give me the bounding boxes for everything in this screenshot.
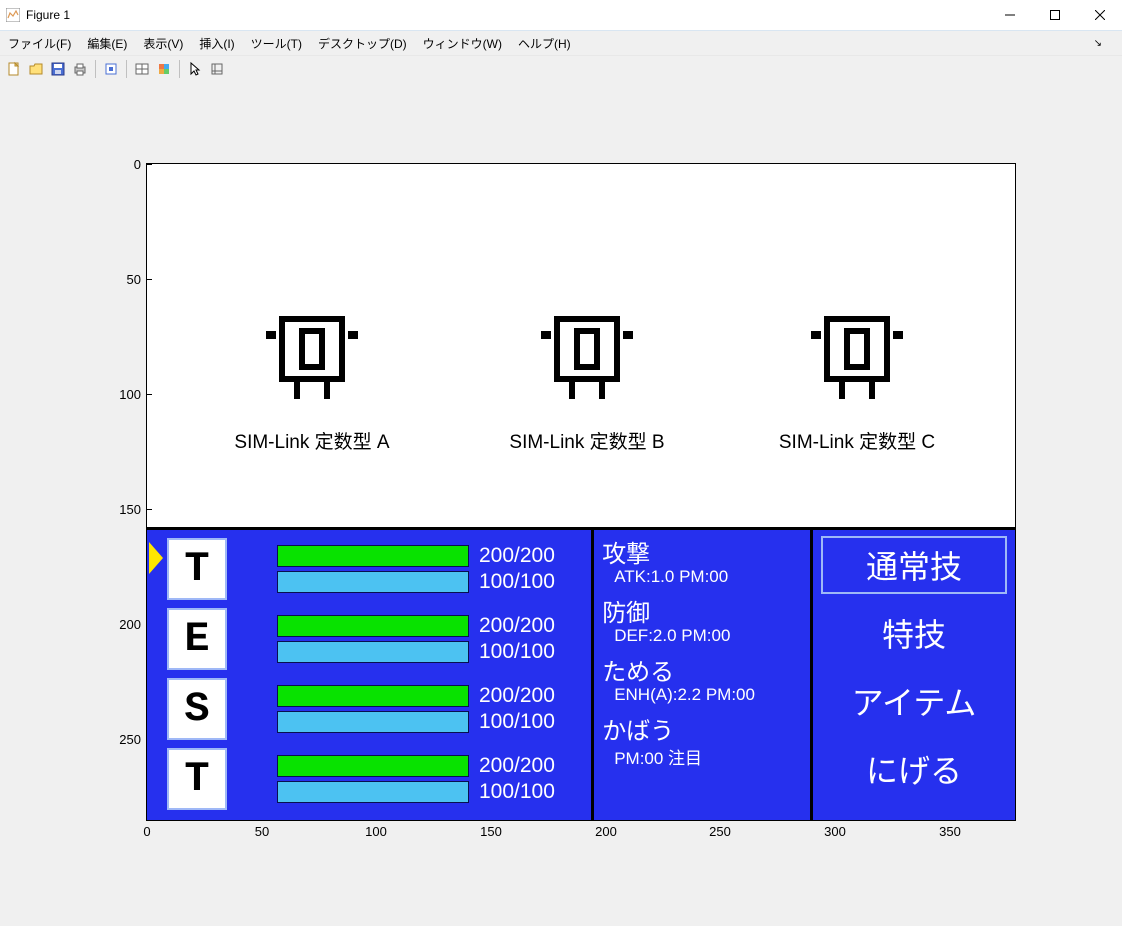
mp-bar bbox=[277, 571, 469, 593]
menu-window[interactable]: ウィンドウ(W) bbox=[423, 35, 502, 52]
x-tick-label: 300 bbox=[824, 824, 846, 839]
skill-info: PM:00 注目 bbox=[614, 744, 802, 769]
command-item[interactable]: アイテム bbox=[821, 672, 1007, 730]
skill-name: 防御 bbox=[602, 593, 802, 628]
hp-value: 200/200 bbox=[479, 544, 555, 568]
save-file-icon[interactable] bbox=[48, 59, 68, 79]
enemy-a[interactable]: SIM-Link 定数型 A bbox=[202, 309, 422, 454]
hp-bar bbox=[277, 755, 469, 777]
hp-bar bbox=[277, 615, 469, 637]
axes-icon[interactable] bbox=[207, 59, 227, 79]
x-tick-label: 150 bbox=[480, 824, 502, 839]
party-portrait: S bbox=[167, 678, 227, 740]
mp-bar bbox=[277, 781, 469, 803]
command-flee[interactable]: にげる bbox=[821, 740, 1007, 798]
y-tick-label: 200 bbox=[101, 617, 147, 632]
x-tick-label: 0 bbox=[143, 824, 150, 839]
skill-info: ENH(A):2.2 PM:00 bbox=[614, 685, 802, 705]
battle-ui: T 200/200 100/100 E 200/200 100/100 S bbox=[147, 527, 1015, 820]
window-titlebar: Figure 1 bbox=[0, 0, 1122, 31]
party-member-4[interactable]: T 200/200 100/100 bbox=[157, 746, 585, 812]
mp-value: 100/100 bbox=[479, 780, 555, 804]
skill-info: ATK:1.0 PM:00 bbox=[614, 567, 802, 587]
x-tick-label: 250 bbox=[709, 824, 731, 839]
minimize-button[interactable] bbox=[987, 0, 1032, 30]
colormap-icon[interactable] bbox=[154, 59, 174, 79]
commands-panel: 通常技 特技 アイテム にげる bbox=[813, 530, 1015, 820]
skill-item[interactable]: 攻撃 ATK:1.0 PM:00 bbox=[602, 534, 802, 587]
mp-bar bbox=[277, 711, 469, 733]
skill-item[interactable]: ためる ENH(A):2.2 PM:00 bbox=[602, 652, 802, 705]
mp-value: 100/100 bbox=[479, 640, 555, 664]
menu-help[interactable]: ヘルプ(H) bbox=[518, 35, 571, 52]
party-portrait: E bbox=[167, 608, 227, 670]
enemy-b[interactable]: SIM-Link 定数型 B bbox=[477, 309, 697, 454]
enemy-label: SIM-Link 定数型 A bbox=[202, 427, 422, 454]
menu-edit[interactable]: 編集(E) bbox=[87, 35, 127, 52]
party-member-3[interactable]: S 200/200 100/100 bbox=[157, 676, 585, 742]
hp-bar bbox=[277, 545, 469, 567]
mp-value: 100/100 bbox=[479, 570, 555, 594]
menubar: ファイル(F) 編集(E) 表示(V) 挿入(I) ツール(T) デスクトップ(… bbox=[0, 31, 1122, 56]
party-portrait: T bbox=[167, 748, 227, 810]
hp-bar bbox=[277, 685, 469, 707]
enemy-c[interactable]: SIM-Link 定数型 C bbox=[747, 309, 967, 454]
skill-name: 攻撃 bbox=[602, 534, 802, 569]
y-tick-label: 150 bbox=[101, 502, 147, 517]
toolbar bbox=[0, 56, 1122, 83]
party-panel: T 200/200 100/100 E 200/200 100/100 S bbox=[147, 530, 594, 820]
skill-item[interactable]: 防御 DEF:2.0 PM:00 bbox=[602, 593, 802, 646]
enemy-label: SIM-Link 定数型 C bbox=[747, 427, 967, 454]
print-icon[interactable] bbox=[70, 59, 90, 79]
mp-value: 100/100 bbox=[479, 710, 555, 734]
x-tick-label: 350 bbox=[939, 824, 961, 839]
figure-client-area: 0 50 100 150 200 250 0 50 100 150 200 25… bbox=[0, 80, 1122, 926]
party-portrait: T bbox=[167, 538, 227, 600]
menu-overflow-icon[interactable]: ↘ bbox=[1094, 38, 1102, 49]
menu-file[interactable]: ファイル(F) bbox=[8, 35, 71, 52]
hp-value: 200/200 bbox=[479, 754, 555, 778]
enemy-label: SIM-Link 定数型 B bbox=[477, 427, 697, 454]
skill-item[interactable]: かばう PM:00 注目 bbox=[602, 711, 802, 769]
pointer-icon[interactable] bbox=[185, 59, 205, 79]
skill-info: DEF:2.0 PM:00 bbox=[614, 626, 802, 646]
x-tick-label: 50 bbox=[255, 824, 269, 839]
enemy-sprite-icon bbox=[527, 309, 647, 419]
menu-view[interactable]: 表示(V) bbox=[143, 35, 183, 52]
x-tick-label: 100 bbox=[365, 824, 387, 839]
hp-value: 200/200 bbox=[479, 614, 555, 638]
app-icon bbox=[6, 8, 20, 22]
maximize-button[interactable] bbox=[1032, 0, 1077, 30]
new-file-icon[interactable] bbox=[4, 59, 24, 79]
y-tick-label: 100 bbox=[101, 387, 147, 402]
grid-icon[interactable] bbox=[132, 59, 152, 79]
selection-cursor-icon bbox=[149, 542, 163, 574]
menu-insert[interactable]: 挿入(I) bbox=[199, 35, 234, 52]
y-tick-label: 250 bbox=[101, 732, 147, 747]
mp-bar bbox=[277, 641, 469, 663]
skills-panel: 攻撃 ATK:1.0 PM:00 防御 DEF:2.0 PM:00 ためる EN… bbox=[594, 530, 813, 820]
command-special[interactable]: 特技 bbox=[821, 604, 1007, 662]
hp-value: 200/200 bbox=[479, 684, 555, 708]
y-tick-label: 0 bbox=[101, 157, 147, 172]
party-member-1[interactable]: T 200/200 100/100 bbox=[157, 536, 585, 602]
enemy-sprite-icon bbox=[797, 309, 917, 419]
party-member-2[interactable]: E 200/200 100/100 bbox=[157, 606, 585, 672]
axes: 0 50 100 150 200 250 0 50 100 150 200 25… bbox=[146, 163, 1016, 821]
x-tick-label: 200 bbox=[595, 824, 617, 839]
y-tick-label: 50 bbox=[101, 272, 147, 287]
command-normal[interactable]: 通常技 bbox=[821, 536, 1007, 594]
menu-desktop[interactable]: デスクトップ(D) bbox=[318, 35, 407, 52]
skill-name: かばう bbox=[602, 711, 802, 746]
enemy-sprite-icon bbox=[252, 309, 372, 419]
link-icon[interactable] bbox=[101, 59, 121, 79]
skill-name: ためる bbox=[602, 652, 802, 687]
open-file-icon[interactable] bbox=[26, 59, 46, 79]
menu-tool[interactable]: ツール(T) bbox=[251, 35, 302, 52]
window-title: Figure 1 bbox=[26, 8, 70, 22]
close-button[interactable] bbox=[1077, 0, 1122, 30]
